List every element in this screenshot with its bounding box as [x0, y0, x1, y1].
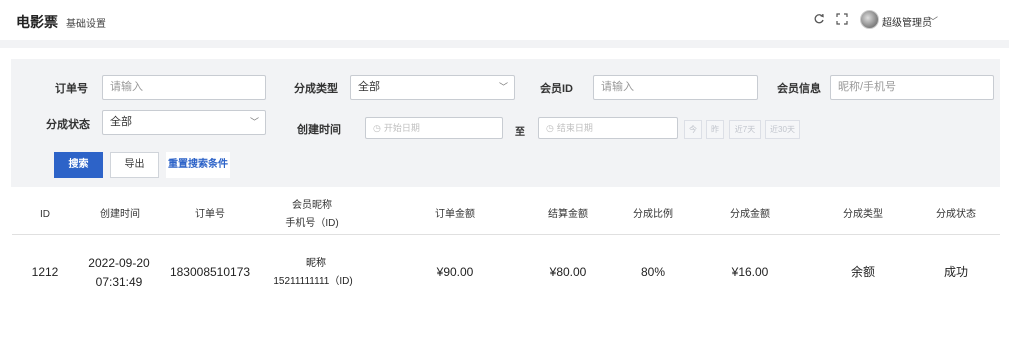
cell-share-type: 余额 [850, 265, 875, 279]
share-type-value: 全部 [358, 81, 380, 93]
quick-today-button[interactable]: 今 [684, 120, 702, 139]
export-button[interactable]: 导出 [110, 152, 159, 178]
avatar[interactable] [860, 10, 879, 29]
member-id-label: 会员ID [540, 83, 573, 95]
quick-yesterday-button[interactable]: 昨 [706, 120, 724, 139]
share-type-select[interactable]: 全部 ﹀ [350, 75, 515, 100]
col-settle-amount: 结算金额 [548, 209, 588, 220]
chevron-down-icon: ﹀ [249, 117, 259, 127]
clock-icon: ◷ [546, 123, 554, 133]
cell-share-ratio: 80% [640, 265, 666, 279]
created-time-label: 创建时间 [297, 124, 341, 136]
cell-order-no: 183008510173 [169, 265, 251, 279]
col-created: 创建时间 [100, 209, 140, 220]
order-no-input[interactable]: 请输入 [102, 75, 266, 100]
cell-settle-amount: ¥80.00 [549, 265, 587, 279]
reset-filters-link[interactable]: 重置搜索条件 [166, 152, 230, 178]
share-status-value: 全部 [110, 116, 132, 128]
cell-share-status: 成功 [943, 265, 968, 279]
cell-order-amount: ¥90.00 [436, 265, 474, 279]
quick-7days-button[interactable]: 近7天 [729, 120, 761, 139]
date-range-separator: 至 [515, 127, 525, 138]
refresh-icon[interactable] [813, 13, 825, 25]
chevron-down-icon[interactable]: ﹀ [928, 13, 938, 28]
col-id: ID [40, 209, 50, 220]
top-bar: 电影票 › 基础设置 超级管理员 ﹀ [0, 0, 1009, 40]
table-header-divider [12, 234, 1000, 235]
breadcrumb[interactable]: 基础设置 [66, 15, 106, 30]
start-date-placeholder: 开始日期 [383, 123, 420, 133]
end-date-input[interactable]: ◷ 结束日期 [538, 117, 678, 139]
col-share-amount: 分成金额 [730, 209, 770, 220]
quick-30days-button[interactable]: 近30天 [765, 120, 800, 139]
col-share-ratio: 分成比例 [633, 209, 673, 220]
cell-share-amount: ¥16.00 [731, 265, 769, 279]
chevron-down-icon: ﹀ [498, 82, 508, 92]
share-status-label: 分成状态 [46, 119, 90, 131]
member-id-input[interactable]: 请输入 [593, 75, 758, 100]
cell-id: 1212 [31, 265, 59, 279]
col-order-amount: 订单金额 [435, 209, 475, 220]
col-member-phone: 手机号（ID) [285, 218, 339, 229]
col-order-no: 订单号 [195, 209, 225, 220]
order-no-label: 订单号 [55, 83, 88, 95]
end-date-placeholder: 结束日期 [556, 123, 593, 133]
start-date-input[interactable]: ◷ 开始日期 [365, 117, 503, 139]
cell-member-nickname: 昵称 [306, 258, 326, 269]
breadcrumb-separator-icon: › [54, 13, 58, 25]
user-name[interactable]: 超级管理员 [882, 14, 932, 29]
search-button[interactable]: 搜索 [54, 152, 103, 178]
cell-created-time: 07:31:49 [95, 275, 143, 289]
member-info-label: 会员信息 [777, 83, 821, 95]
col-share-status: 分成状态 [936, 209, 976, 220]
clock-icon: ◷ [373, 123, 381, 133]
fullscreen-icon[interactable] [836, 13, 848, 25]
member-info-input[interactable]: 昵称/手机号 [830, 75, 994, 100]
share-status-select[interactable]: 全部 ﹀ [102, 110, 266, 135]
col-share-type: 分成类型 [843, 209, 883, 220]
cell-created-date: 2022-09-20 [88, 256, 150, 270]
cell-member-phone: 15211111111（ID) [273, 276, 353, 287]
app-name[interactable]: 电影票 [16, 12, 58, 32]
header-divider-band [0, 40, 1009, 48]
col-member-nickname: 会员昵称 [292, 200, 332, 211]
share-type-label: 分成类型 [294, 83, 338, 95]
